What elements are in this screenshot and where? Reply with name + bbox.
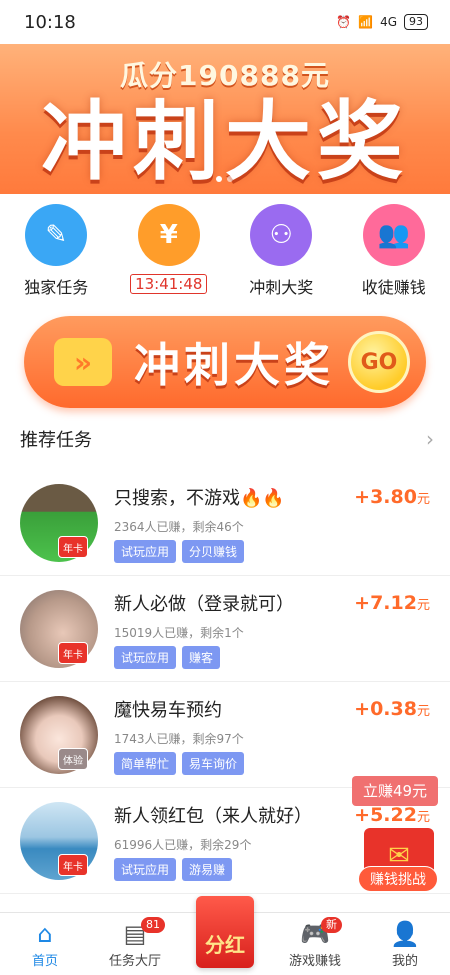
yen-icon: ¥ — [137, 204, 200, 266]
task-tag: 分贝赚钱 — [182, 540, 245, 563]
task-title: 新人必做（登录就可） — [114, 594, 294, 615]
home-icon: ⌂ — [37, 920, 53, 948]
battery-icon: 93 — [404, 14, 428, 30]
quick-action-label: 冲刺大奖 — [249, 278, 314, 297]
task-badge: 体验 — [58, 748, 88, 770]
chevrons-icon: » — [54, 338, 112, 386]
status-bar: 10:18 ⏰ 📶 4G 93 — [0, 0, 450, 44]
user-icon: 👤 — [390, 920, 420, 948]
promo-banner[interactable]: 瓜分190888元 冲刺大奖 — [0, 44, 450, 194]
task-tag: 游易赚 — [182, 858, 233, 881]
task-reward: +0.38元 — [354, 698, 430, 720]
task-tag: 简单帮忙 — [114, 752, 177, 775]
task-title: 新人领红包（来人就好） — [114, 806, 312, 827]
tab-label: 游戏赚钱 — [288, 954, 341, 969]
task-tag: 试玩应用 — [114, 540, 177, 563]
status-time: 10:18 — [24, 11, 76, 33]
dividend-button[interactable]: 分红 — [196, 896, 254, 968]
quick-action-recruit[interactable]: 👥 收徒赚钱 — [338, 204, 450, 304]
task-tag: 易车询价 — [182, 752, 245, 775]
quick-action-exclusive[interactable]: ✎ 独家任务 — [0, 204, 113, 304]
task-count-badge: 81 — [141, 917, 165, 933]
task-tags: 试玩应用 分贝赚钱 — [114, 540, 245, 563]
alarm-icon: ⏰ — [336, 15, 352, 29]
task-reward: +7.12元 — [354, 592, 430, 614]
task-meta: 2364人已赚，剩余46个 — [114, 520, 244, 534]
task-tag: 试玩应用 — [114, 858, 177, 881]
earn-challenge-button[interactable]: 赚钱挑战 — [358, 866, 438, 892]
quick-action-label: 收徒赚钱 — [361, 278, 426, 297]
tab-games[interactable]: 🎮 新 游戏赚钱 — [270, 913, 360, 975]
task-meta: 15019人已赚，剩余1个 — [114, 626, 244, 640]
task-row[interactable]: 年卡 只搜索，不游戏🔥🔥 2364人已赚，剩余46个 试玩应用 分贝赚钱 +3.… — [0, 470, 450, 576]
users-icon: 👥 — [362, 204, 425, 266]
task-reward: +5.22元 — [354, 804, 430, 826]
task-reward: +3.80元 — [354, 486, 430, 508]
recommend-header[interactable]: 推荐任务 › — [20, 426, 434, 452]
banner-subtitle: 瓜分190888元 — [120, 59, 330, 92]
quick-actions: ✎ 独家任务 ¥ 13:41:48 ⚇ 冲刺大奖 👥 收徒赚钱 — [0, 204, 450, 304]
earn-now-badge[interactable]: 立赚49元 — [352, 776, 438, 806]
tab-me[interactable]: 👤 我的 — [360, 913, 450, 975]
task-title: 只搜索，不游戏🔥🔥 — [114, 488, 285, 509]
task-tags: 试玩应用 游易赚 — [114, 858, 233, 881]
task-badge: 年卡 — [58, 536, 88, 558]
task-meta: 1743人已赚，剩余97个 — [114, 732, 244, 746]
tab-label: 首页 — [31, 954, 58, 969]
sprint-text: 冲刺大奖 — [134, 338, 334, 392]
task-tags: 试玩应用 赚客 — [114, 646, 221, 669]
quick-action-label: 独家任务 — [24, 278, 89, 297]
new-badge: 新 — [321, 917, 342, 933]
go-button[interactable]: GO — [348, 331, 410, 393]
quick-action-sprint[interactable]: ⚇ 冲刺大奖 — [225, 204, 338, 304]
tab-home[interactable]: ⌂ 首页 — [0, 913, 90, 975]
task-tag: 试玩应用 — [114, 646, 177, 669]
status-icons: ⏰ 📶 4G 93 — [336, 14, 428, 30]
network-label: 4G — [380, 15, 397, 29]
sprint-prize-banner[interactable]: » 冲刺大奖 GO — [24, 316, 426, 408]
network-icon: ⚇ — [250, 204, 313, 266]
task-tags: 简单帮忙 易车询价 — [114, 752, 245, 775]
edit-icon: ✎ — [25, 204, 88, 266]
task-badge: 年卡 — [58, 642, 88, 664]
task-title: 魔快易车预约 — [114, 700, 222, 721]
quick-action-timer[interactable]: ¥ 13:41:48 — [113, 204, 226, 304]
recommend-title: 推荐任务 — [20, 430, 92, 451]
task-row[interactable]: 年卡 新人必做（登录就可） 15019人已赚，剩余1个 试玩应用 赚客 +7.1… — [0, 576, 450, 682]
tab-label: 任务大厅 — [108, 954, 161, 969]
task-row[interactable]: 体验 魔快易车预约 1743人已赚，剩余97个 简单帮忙 易车询价 +0.38元 — [0, 682, 450, 788]
tab-label: 我的 — [391, 954, 418, 969]
countdown-timer: 13:41:48 — [130, 274, 208, 294]
tab-task-hall[interactable]: ▤ 81 任务大厅 — [90, 913, 180, 975]
banner-pager — [216, 176, 233, 182]
wifi-icon: 📶 — [358, 15, 374, 29]
chevron-right-icon[interactable]: › — [426, 427, 434, 451]
task-badge: 年卡 — [58, 854, 88, 876]
task-meta: 61996人已赚，剩余29个 — [114, 838, 252, 852]
task-tag: 赚客 — [182, 646, 221, 669]
